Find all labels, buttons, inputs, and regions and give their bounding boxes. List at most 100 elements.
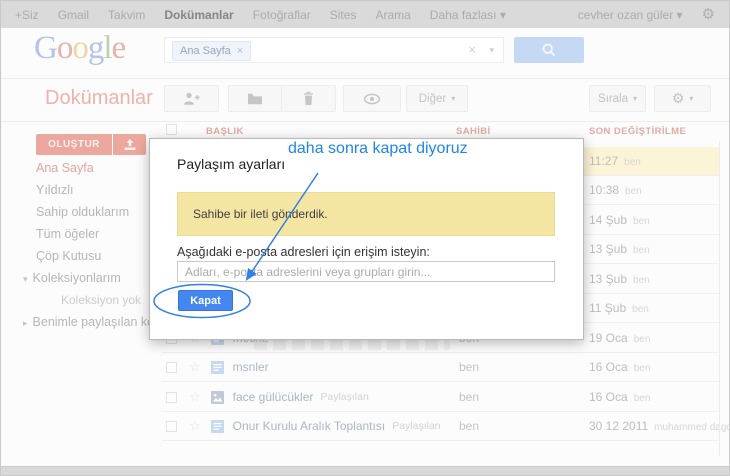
user-menu[interactable]: cevher ozan güler ▾ [578,8,683,22]
notice-text: Sahibe bir ileti gönderdik. [193,207,328,221]
search-input[interactable]: Ana Sayfa × × ▾ [164,37,504,63]
create-button[interactable]: OLUŞTUR [36,134,112,155]
sharing-settings-dialog: Paylaşım ayarları Sahibe bir ileti gönde… [149,138,584,340]
dialog-title: Paylaşım ayarları [177,156,286,172]
modified-cell: 16 Oca ben [589,390,651,404]
header-divider [1,78,729,79]
title-cell: ☆ msnler [161,353,269,381]
table-row[interactable]: ☆ msnler ben 16 Oca ben [161,353,719,382]
search-options-caret-icon[interactable]: ▾ [489,45,494,56]
row-checkbox[interactable] [166,361,177,373]
gear-icon[interactable]: ⚙ [702,7,715,22]
column-header-title: BAŞLIK [206,126,244,137]
chevron-down-icon: ▾ [633,94,638,103]
sidebar-item-sahip-olduklarim[interactable]: Sahip olduklarım [36,205,129,219]
nav-takvim[interactable]: Takvim [108,8,145,22]
notice-banner: Sahibe bir ileti gönderdik. [177,192,555,236]
chevron-down-icon[interactable]: ▾ [23,274,28,284]
folder-icon [248,93,262,105]
modified-cell: 13 Şub ben [589,242,650,256]
owner-cell: ben [459,419,480,433]
row-checkbox[interactable] [166,391,177,403]
column-header-owner: SAHİBİ [456,126,491,137]
more-actions-label: Diğer [418,92,447,105]
nav-fotograflar[interactable]: Fotoğraflar [253,8,311,22]
search-filter-chip[interactable]: Ana Sayfa × [172,41,252,61]
nav-plus-siz[interactable]: +Siz [15,8,39,22]
column-header-modified: SON DEĞİŞTİRİLME [589,126,687,137]
modified-cell: 30 12 2011 muhammed dagde [589,419,730,433]
logo-letter: o [72,30,88,66]
doc-icon [210,419,224,433]
document-link[interactable]: Onur Kurulu Aralık Toplantısı [233,419,386,433]
modified-cell: 14 Şub ben [589,213,650,227]
star-icon[interactable]: ☆ [189,359,201,375]
sidebar-item-koleksiyon-yok: Koleksiyon yok [61,293,142,307]
share-add-person-button[interactable] [164,85,219,112]
table-row[interactable]: ☆ Onur Kurulu Aralık Toplantısı Paylaşıl… [161,412,729,441]
chip-label: Ana Sayfa [180,45,231,57]
page-title: Dokümanlar [45,87,153,109]
search-clear-icon[interactable]: × [468,43,476,56]
annotation-text: daha sonra kapat diyoruz [288,140,468,157]
sort-button[interactable]: Sırala ▾ [589,85,646,112]
watermark [254,340,450,350]
preview-button[interactable] [343,85,401,112]
image-icon [210,390,224,404]
close-dialog-button[interactable]: Kapat [178,290,233,311]
modified-cell: 16 Oca ben [589,360,651,374]
nav-sites[interactable]: Sites [330,8,357,22]
modified-cell: 10:38 ben [589,183,642,197]
logo-letter: G [34,30,58,66]
google-logo: Google [34,30,127,67]
star-icon[interactable]: ☆ [189,418,201,434]
person-add-icon [184,92,200,105]
gear-icon: ⚙ [671,90,685,106]
google-docs-page: +Siz Gmail Takvim Dokümanlar Fotoğraflar… [0,0,730,476]
logo-letter: g [87,30,104,66]
delete-button[interactable] [281,85,336,112]
move-to-folder-button[interactable] [228,85,282,112]
nav-gmail[interactable]: Gmail [58,8,89,22]
more-actions-button[interactable]: Diğer ▾ [406,85,468,112]
chevron-right-icon[interactable]: ▸ [23,318,28,328]
trash-icon [304,91,313,105]
window-bottom-edge [1,466,729,475]
sidebar-item-tum-ogeler[interactable]: Tüm öğeler [36,227,99,241]
owner-cell: ben [459,390,480,404]
sidebar-item-label: Koleksiyonlarım [32,271,121,285]
document-link[interactable]: face gülücükler [233,390,314,404]
chevron-down-icon: ▾ [689,94,694,103]
star-icon[interactable]: ☆ [189,389,201,405]
top-bar: +Siz Gmail Takvim Dokümanlar Fotoğraflar… [1,1,729,28]
chevron-down-icon: ▾ [451,94,456,103]
row-checkbox[interactable] [166,420,177,432]
email-address-input[interactable] [177,261,555,282]
shared-badge: Paylaşılan [320,391,369,403]
owner-cell: ben [459,360,480,374]
document-link[interactable]: msnler [233,360,269,374]
sidebar-item-koleksiyonlarim[interactable]: ▾ Koleksiyonlarım [23,271,121,285]
sidebar-item-ana-sayfa[interactable]: Ana Sayfa [36,161,94,175]
title-cell: ☆ face gülücükler Paylaşılan [161,383,369,411]
sidebar-item-yildizli[interactable]: Yıldızlı [36,183,74,197]
nav-arama[interactable]: Arama [375,8,410,22]
sidebar-item-cop-kutusu[interactable]: Çöp Kutusu [36,249,101,263]
select-all-checkbox[interactable] [166,124,177,135]
chip-close-icon[interactable]: × [237,45,243,57]
title-cell: ☆ Onur Kurulu Aralık Toplantısı Paylaşıl… [161,412,441,440]
nav-daha-fazlasi[interactable]: Daha fazlası ▾ [430,8,506,22]
settings-button[interactable]: ⚙ ▾ [654,85,711,112]
search-button[interactable] [514,37,584,63]
nav-dokumanlar[interactable]: Dokümanlar [164,8,233,22]
table-row[interactable]: ☆ face gülücükler Paylaşılan ben 16 Oca b… [161,383,719,412]
logo-letter: e [111,30,127,66]
upload-button[interactable] [113,134,146,155]
sort-label: Sırala [597,92,629,105]
logo-letter: o [56,30,73,66]
access-request-label: Aşağıdaki e-posta adresleri için erişim … [177,245,430,259]
logo-letter: l [103,30,112,66]
upload-icon [124,139,135,150]
doc-icon [210,360,224,374]
search-icon [542,43,556,57]
